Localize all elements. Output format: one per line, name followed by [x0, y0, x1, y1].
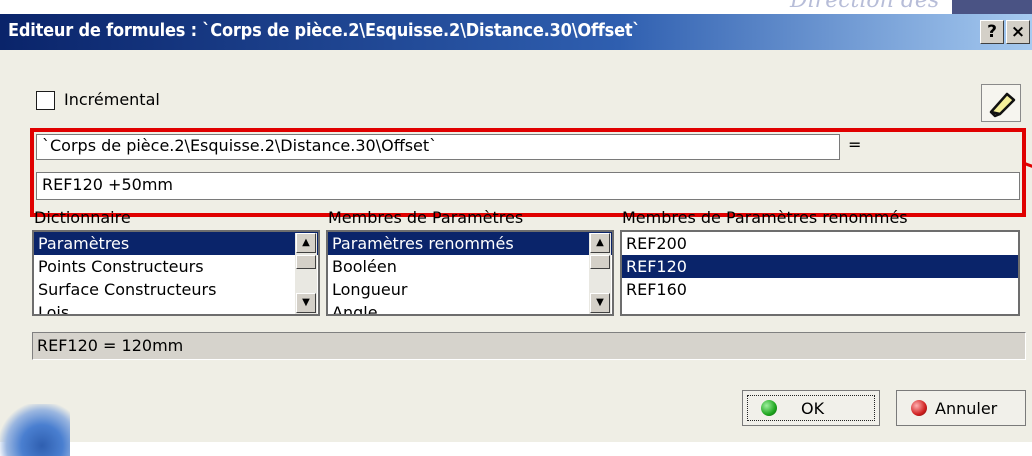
background-block: [952, 0, 1032, 14]
scroll-up-icon[interactable]: ▲: [590, 233, 610, 253]
status-bar: REF120 = 120mm: [32, 332, 1026, 360]
list-item[interactable]: Paramètres renommés: [328, 232, 612, 255]
scroll-down-icon[interactable]: ▼: [296, 293, 316, 313]
cancel-label: Annuler: [935, 399, 998, 418]
ok-label: OK: [801, 399, 825, 418]
earth-decoration: [0, 404, 70, 456]
renamed-members-list[interactable]: REF200 REF120 REF160: [620, 230, 1020, 316]
cancel-icon: [911, 400, 927, 416]
list-item[interactable]: Booléen: [328, 255, 612, 278]
window-title: Editeur de formules : `Corps de pièce.2\…: [8, 20, 641, 41]
close-button[interactable]: ×: [1006, 20, 1030, 44]
list-item[interactable]: Surface Constructeurs: [34, 278, 318, 301]
dictionary-header: Dictionnaire: [34, 208, 131, 227]
incremental-checkbox[interactable]: [36, 91, 55, 110]
list-item[interactable]: REF120: [622, 255, 1018, 278]
dictionary-scrollbar[interactable]: ▲ ▼: [295, 233, 317, 314]
cancel-button[interactable]: Annuler: [896, 390, 1026, 426]
renamed-members-header: Membres de Paramètres renommés: [622, 208, 908, 227]
equals-sign: =: [848, 135, 862, 154]
list-item[interactable]: Longueur: [328, 278, 612, 301]
list-item[interactable]: REF160: [622, 278, 1018, 301]
incremental-label: Incrémental: [64, 90, 160, 109]
background-heading: Direction des: [790, 0, 940, 13]
parameter-members-scrollbar[interactable]: ▲ ▼: [589, 233, 611, 314]
list-item[interactable]: Points Constructeurs: [34, 255, 318, 278]
list-item[interactable]: Angle: [328, 301, 612, 314]
list-item[interactable]: Paramètres: [34, 232, 318, 255]
ok-button[interactable]: OK: [742, 390, 880, 426]
help-button[interactable]: ?: [980, 20, 1004, 44]
ok-icon: [761, 400, 777, 416]
dictionary-list[interactable]: Paramètres Points Constructeurs Surface …: [32, 230, 320, 316]
formula-editor-dialog: Editeur de formules : `Corps de pièce.2\…: [0, 14, 1032, 456]
title-bar[interactable]: Editeur de formules : `Corps de pièce.2\…: [0, 14, 1032, 50]
scroll-down-icon[interactable]: ▼: [590, 293, 610, 313]
scroll-thumb[interactable]: [590, 255, 610, 269]
background-strip: Direction des: [0, 0, 1032, 14]
parameter-members-list[interactable]: Paramètres renommés Booléen Longueur Ang…: [326, 230, 614, 316]
scroll-thumb[interactable]: [296, 255, 316, 269]
list-item[interactable]: REF200: [622, 232, 1018, 255]
eraser-button[interactable]: [981, 84, 1021, 122]
eraser-icon: [989, 92, 1016, 118]
parameter-members-header: Membres de Paramètres: [328, 208, 524, 227]
parameter-name-field[interactable]: `Corps de pièce.2\Esquisse.2\Distance.30…: [36, 134, 840, 160]
list-item[interactable]: Lois: [34, 301, 318, 314]
formula-input[interactable]: REF120 +50mm: [36, 172, 1020, 200]
scroll-up-icon[interactable]: ▲: [296, 233, 316, 253]
